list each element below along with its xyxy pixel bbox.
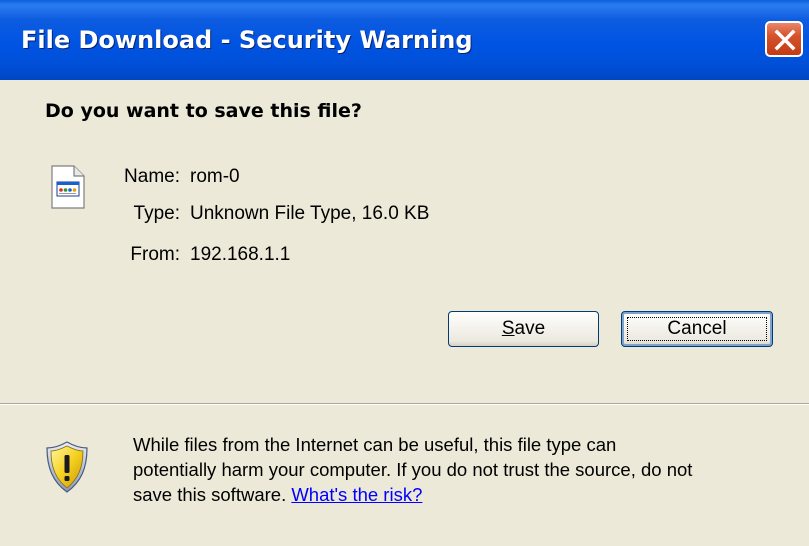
file-type-label: Type: (133, 203, 180, 224)
file-from-value: 192.168.1.1 (190, 244, 291, 265)
file-download-dialog: File Download - Security Warning Do you … (0, 0, 809, 546)
file-type-value: Unknown File Type, 16.0 KB (190, 203, 430, 224)
file-name-label: Name: (124, 166, 180, 187)
file-from-label: From: (130, 244, 180, 265)
warning-line-2: potentially harm your computer. If you d… (133, 459, 693, 480)
whats-the-risk-link[interactable]: What's the risk? (291, 484, 422, 505)
warning-line-1: While files from the Internet can be use… (133, 434, 617, 455)
save-button-mnemonic: S (501, 318, 515, 339)
file-name-value: rom-0 (190, 166, 240, 187)
security-shield-icon (45, 440, 89, 499)
window-title: File Download - Security Warning (21, 26, 473, 54)
save-button-label: ave (514, 318, 546, 339)
close-button[interactable] (765, 21, 803, 57)
file-from-row: From: 192.168.1.1 (70, 244, 290, 266)
warning-line-3: save this software. What's the risk? (133, 482, 793, 507)
save-button[interactable]: Save (448, 311, 599, 347)
title-bar[interactable]: File Download - Security Warning (0, 0, 809, 80)
focus-rectangle (627, 317, 767, 341)
cancel-button[interactable]: Cancel (621, 311, 773, 347)
separator (0, 403, 809, 405)
file-type-row: Type: Unknown File Type, 16.0 KB (70, 203, 430, 225)
security-warning-text: While files from the Internet can be use… (133, 432, 793, 507)
save-question: Do you want to save this file? (45, 100, 362, 122)
file-name-row: Name: rom-0 (70, 166, 240, 188)
warning-line-3-text: save this software. (133, 484, 292, 505)
